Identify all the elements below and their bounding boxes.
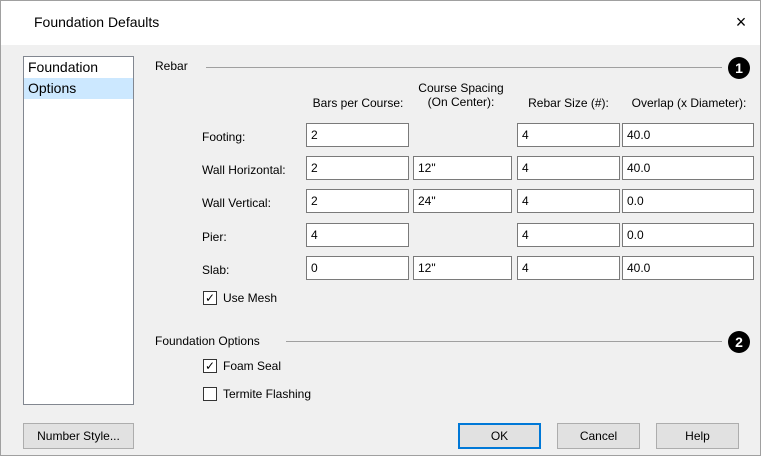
wall-vertical-spacing-field[interactable]: 24" xyxy=(413,189,512,213)
checkmark-icon: ✓ xyxy=(203,358,217,373)
callout-2-icon: 2 xyxy=(728,331,750,353)
ok-button[interactable]: OK xyxy=(458,423,541,449)
use-mesh-checkbox[interactable]: ✓ Use Mesh xyxy=(203,290,278,306)
foam-seal-label: Foam Seal xyxy=(223,359,282,373)
title-bar: Foundation Defaults × xyxy=(1,1,760,45)
footing-bars-field[interactable]: 2 xyxy=(306,123,409,147)
use-mesh-label: Use Mesh xyxy=(223,291,278,305)
wall-horizontal-bars-field[interactable]: 2 xyxy=(306,156,409,180)
callout-1-icon: 1 xyxy=(728,57,750,79)
foundation-defaults-dialog: Foundation Defaults × Foundation Options… xyxy=(0,0,761,456)
slab-bars-field[interactable]: 0 xyxy=(306,256,409,280)
row-label-slab: Slab: xyxy=(202,263,230,277)
col-head-overlap: Overlap (x Diameter): xyxy=(631,96,747,110)
footing-overlap-field[interactable]: 40.0 xyxy=(622,123,754,147)
footing-rebar-size-field[interactable]: 4 xyxy=(517,123,620,147)
slab-overlap-field[interactable]: 40.0 xyxy=(622,256,754,280)
rebar-section-label: Rebar xyxy=(155,59,188,73)
termite-flashing-checkbox[interactable]: Termite Flashing xyxy=(203,386,312,402)
list-item-options[interactable]: Options xyxy=(24,78,133,99)
col-head-rebar-size: Rebar Size (#): xyxy=(528,96,609,110)
pier-overlap-field[interactable]: 0.0 xyxy=(622,223,754,247)
category-list[interactable]: Foundation Options xyxy=(23,56,134,405)
wall-vertical-bars-field[interactable]: 2 xyxy=(306,189,409,213)
col-head-bars-per-course: Bars per Course: xyxy=(312,96,404,110)
close-icon[interactable]: × xyxy=(726,7,756,37)
rebar-divider xyxy=(206,67,722,68)
slab-spacing-field[interactable]: 12" xyxy=(413,256,512,280)
wall-vertical-rebar-size-field[interactable]: 4 xyxy=(517,189,620,213)
row-label-footing: Footing: xyxy=(202,130,246,144)
dialog-title: Foundation Defaults xyxy=(34,14,160,30)
wall-horizontal-rebar-size-field[interactable]: 4 xyxy=(517,156,620,180)
pier-bars-field[interactable]: 4 xyxy=(306,223,409,247)
slab-rebar-size-field[interactable]: 4 xyxy=(517,256,620,280)
checkmark-icon: ✓ xyxy=(203,290,217,305)
empty-checkbox-icon xyxy=(203,386,217,401)
wall-horizontal-spacing-field[interactable]: 12" xyxy=(413,156,512,180)
pier-rebar-size-field[interactable]: 4 xyxy=(517,223,620,247)
col-head-course-spacing: Course Spacing (On Center): xyxy=(418,81,504,109)
number-style-button[interactable]: Number Style... xyxy=(23,423,134,449)
termite-flashing-label: Termite Flashing xyxy=(223,387,312,401)
row-label-wall-vertical: Wall Vertical: xyxy=(202,196,271,210)
list-item-foundation[interactable]: Foundation xyxy=(24,57,133,78)
row-label-wall-horizontal: Wall Horizontal: xyxy=(202,163,286,177)
wall-horizontal-overlap-field[interactable]: 40.0 xyxy=(622,156,754,180)
foundation-options-divider xyxy=(286,341,722,342)
foam-seal-checkbox[interactable]: ✓ Foam Seal xyxy=(203,358,282,374)
foundation-options-section-label: Foundation Options xyxy=(155,334,260,348)
cancel-button[interactable]: Cancel xyxy=(557,423,640,449)
wall-vertical-overlap-field[interactable]: 0.0 xyxy=(622,189,754,213)
help-button[interactable]: Help xyxy=(656,423,739,449)
row-label-pier: Pier: xyxy=(202,230,227,244)
